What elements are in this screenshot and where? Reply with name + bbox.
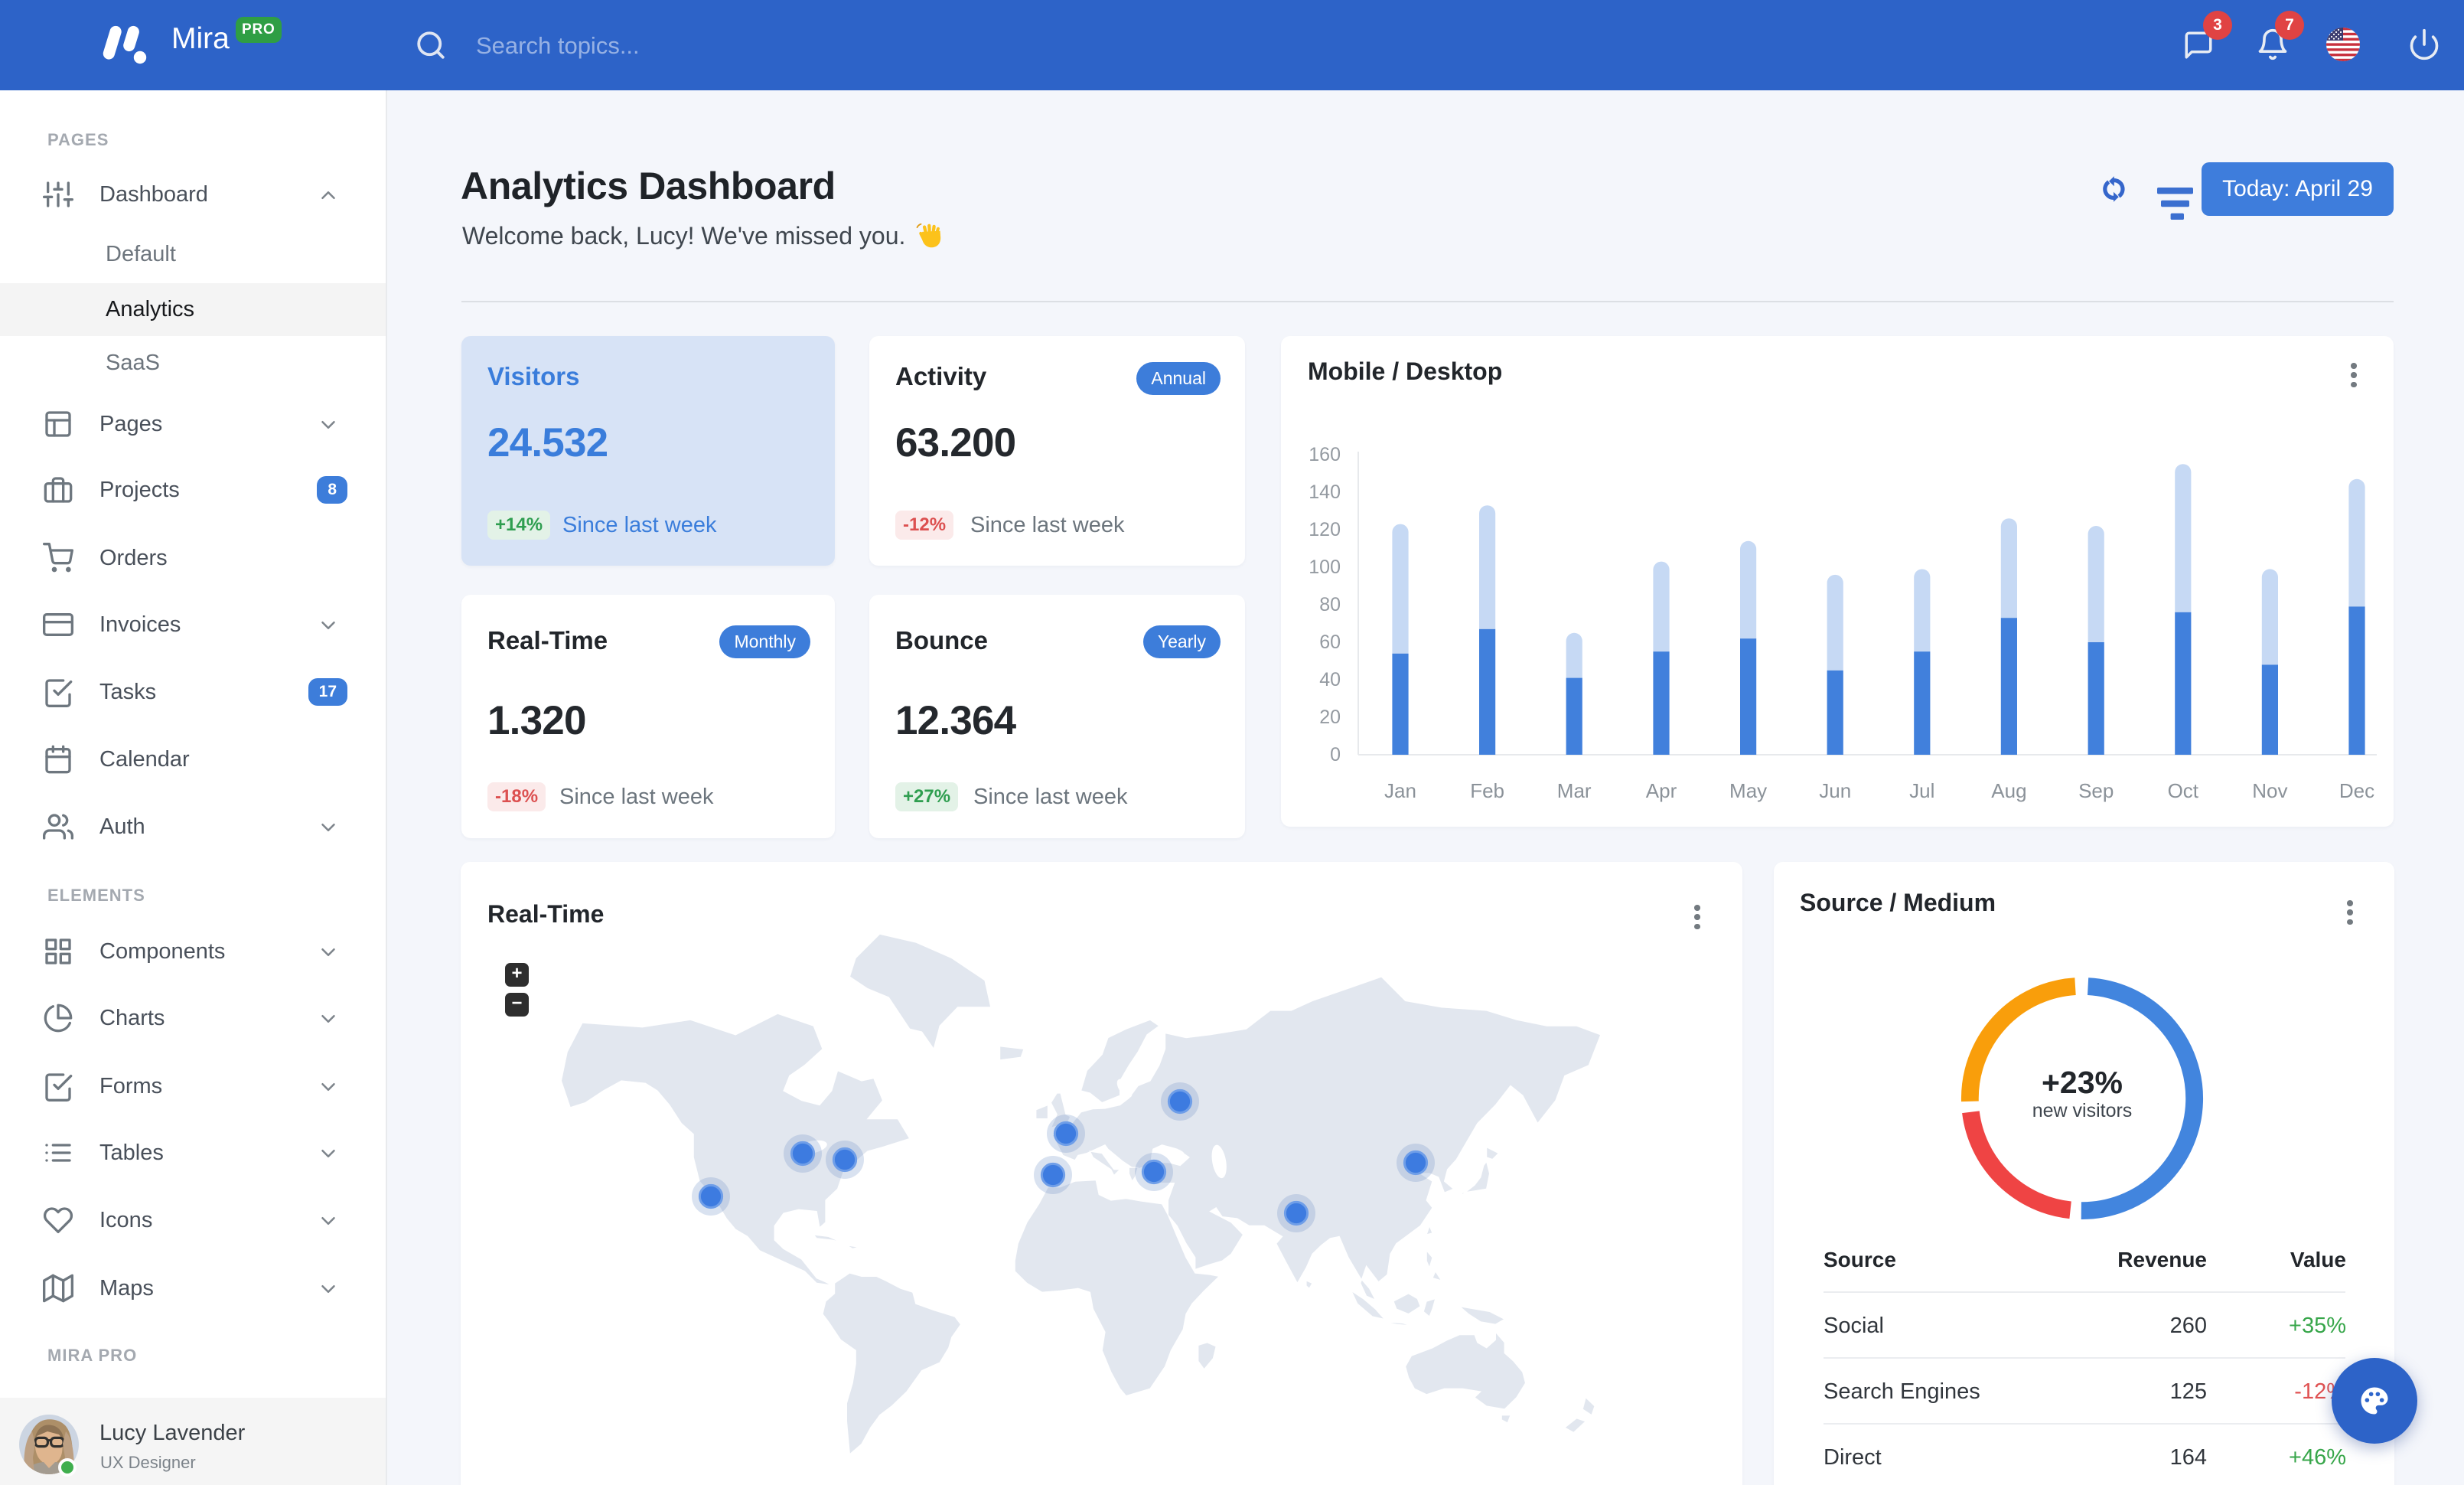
svg-text:Apr: Apr — [1646, 779, 1677, 802]
svg-text:120: 120 — [1309, 519, 1341, 540]
svg-text:Jul: Jul — [1909, 779, 1934, 802]
svg-text:Feb: Feb — [1470, 779, 1504, 802]
svg-text:140: 140 — [1309, 481, 1341, 503]
svg-text:Jan: Jan — [1384, 779, 1416, 802]
svg-text:160: 160 — [1309, 444, 1341, 465]
svg-text:20: 20 — [1319, 707, 1341, 728]
svg-text:100: 100 — [1309, 556, 1341, 578]
svg-text:60: 60 — [1319, 632, 1341, 653]
svg-text:Aug: Aug — [1991, 779, 2026, 802]
svg-text:May: May — [1729, 779, 1767, 802]
svg-text:0: 0 — [1330, 744, 1341, 765]
svg-text:40: 40 — [1319, 669, 1341, 690]
svg-text:Sep: Sep — [2078, 779, 2114, 802]
svg-text:Mar: Mar — [1557, 779, 1592, 802]
svg-text:Jun: Jun — [1819, 779, 1851, 802]
svg-text:Dec: Dec — [2339, 779, 2374, 802]
svg-text:Nov: Nov — [2252, 779, 2287, 802]
svg-text:80: 80 — [1319, 594, 1341, 615]
svg-text:Oct: Oct — [2168, 779, 2199, 802]
